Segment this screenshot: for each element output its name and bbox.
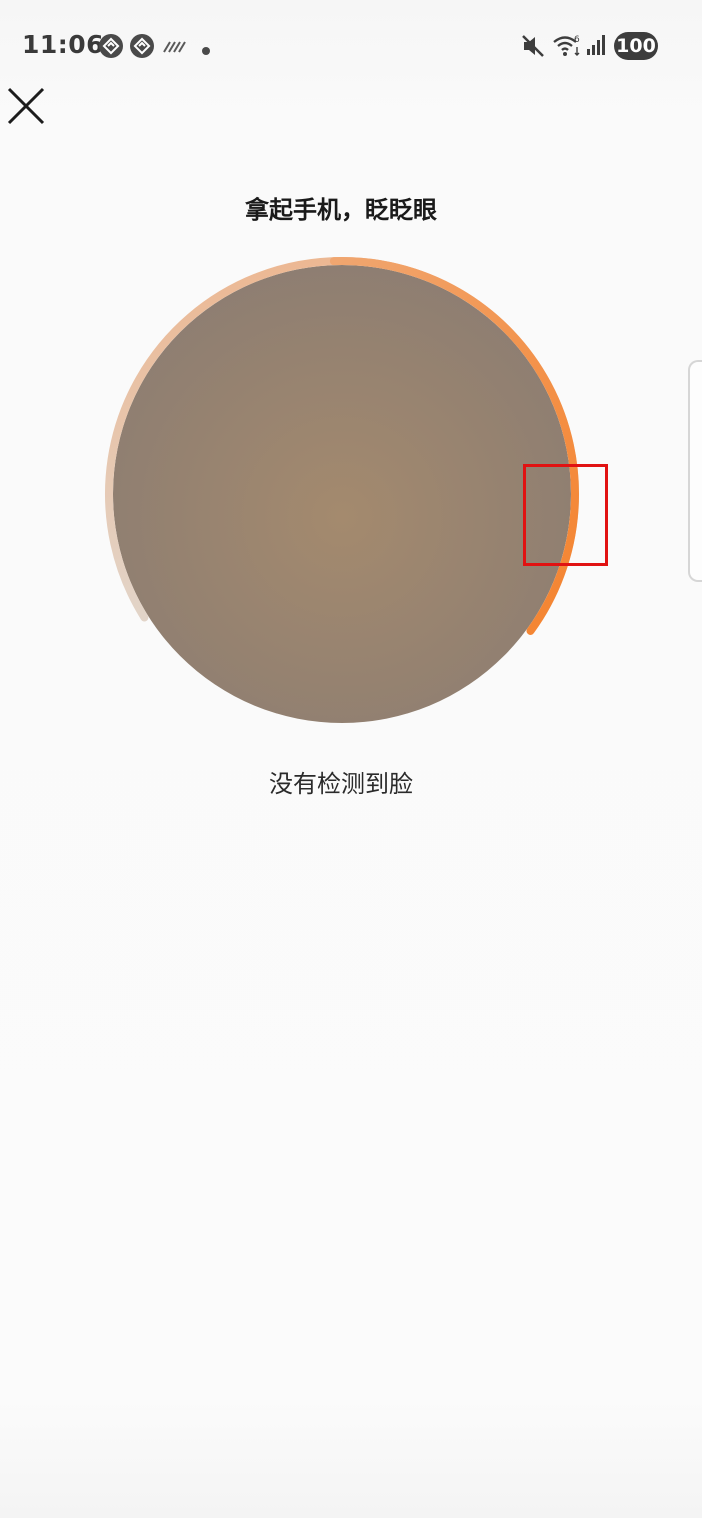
- highlight-box: [523, 464, 608, 566]
- mute-icon: [520, 33, 546, 63]
- battery-icon: 100: [614, 32, 658, 60]
- data-activity-icon: [162, 38, 186, 58]
- notification-dot-icon: [201, 41, 211, 60]
- app-notification-icon: [129, 33, 155, 63]
- app-notification-icon: [98, 33, 124, 63]
- close-button[interactable]: [4, 84, 48, 128]
- camera-feed: [113, 265, 571, 723]
- wifi-icon: 6: [552, 33, 582, 63]
- camera-preview: [102, 252, 582, 732]
- face-detection-status: 没有检测到脸: [269, 770, 413, 798]
- close-icon: [7, 87, 45, 125]
- face-verification-screen: 11:06 6 100 拿起手机，眨眨眼 没有检测到脸: [0, 0, 702, 1518]
- liveness-prompt-title: 拿起手机，眨眨眼: [245, 196, 437, 224]
- side-panel-handle[interactable]: [688, 360, 702, 582]
- status-bar: 11:06 6 100: [0, 0, 702, 92]
- signal-icon: [586, 33, 608, 61]
- svg-text:6: 6: [574, 35, 580, 45]
- status-time: 11:06: [22, 30, 105, 59]
